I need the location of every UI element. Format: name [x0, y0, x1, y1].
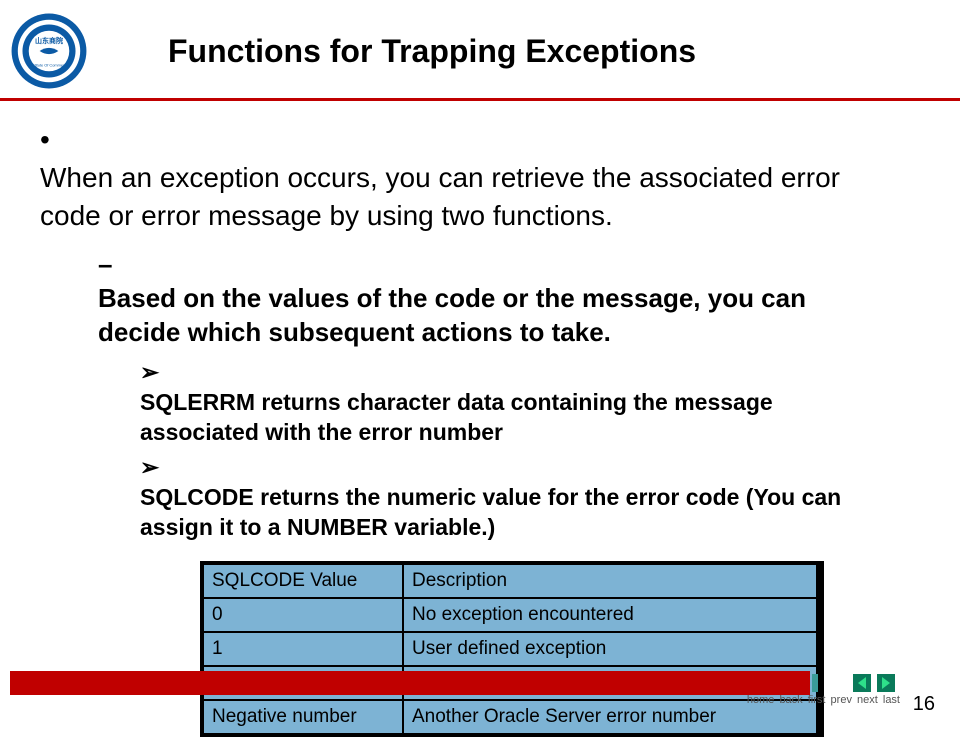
table-cell: 1 [203, 632, 403, 666]
bullet-text: Based on the values of the code or the m… [98, 282, 890, 350]
table-row: 1 User defined exception [203, 632, 817, 666]
sqlcode-table: SQLCODE Value Description 0 No exception… [200, 561, 820, 737]
nav-first[interactable]: first [808, 694, 826, 706]
table-row: SQLCODE Value Description [203, 564, 817, 598]
page-number: 16 [913, 693, 935, 716]
nav-next-icon[interactable] [877, 674, 895, 692]
svg-text:山东商院: 山东商院 [35, 36, 63, 45]
table-header-cell: Description [403, 564, 817, 598]
nav-next[interactable]: next [857, 694, 878, 706]
bullet-text: SQLCODE returns the numeric value for th… [140, 483, 890, 543]
bullet-arrow-icon: ➢ [140, 358, 164, 388]
table-row: 0 No exception encountered [203, 598, 817, 632]
table-row: Negative number Another Oracle Server er… [203, 700, 817, 734]
slide-title: Functions for Trapping Exceptions [168, 33, 696, 70]
bullet-dot-icon: • [40, 121, 65, 159]
table-cell: 0 [203, 598, 403, 632]
svg-text:Institute Of Commerce: Institute Of Commerce [30, 63, 69, 68]
nav-icons [853, 674, 895, 692]
bullet-level3: ➢ SQLCODE returns the numeric value for … [140, 453, 920, 543]
nav-back[interactable]: back [779, 694, 802, 706]
slide-content: • When an exception occurs, you can retr… [0, 101, 960, 737]
bullet-arrow-icon: ➢ [140, 453, 164, 483]
bullet-level2: – Based on the values of the code or the… [98, 248, 920, 349]
bullet-level3: ➢ SQLERRM returns character data contain… [140, 358, 920, 448]
nav-prev[interactable]: prev [831, 694, 852, 706]
table-cell: No exception encountered [403, 598, 817, 632]
bullet-text: SQLERRM returns character data containin… [140, 388, 890, 448]
nav-links: home back first prev next last [747, 694, 900, 706]
slide-header: 山东商院 Institute Of Commerce Functions for… [0, 0, 960, 98]
table-header-cell: SQLCODE Value [203, 564, 403, 598]
bullet-level1: • When an exception occurs, you can retr… [40, 121, 920, 234]
bullet-dash-icon: – [98, 248, 122, 282]
table-cell: Negative number [203, 700, 403, 734]
nav-last[interactable]: last [883, 694, 900, 706]
bullet-text: When an exception occurs, you can retrie… [40, 159, 890, 235]
table-cell: User defined exception [403, 632, 817, 666]
nav-prev-icon[interactable] [853, 674, 871, 692]
institute-logo-icon: 山东商院 Institute Of Commerce [10, 12, 88, 90]
footer-bar [10, 671, 810, 695]
nav-home[interactable]: home [747, 694, 775, 706]
